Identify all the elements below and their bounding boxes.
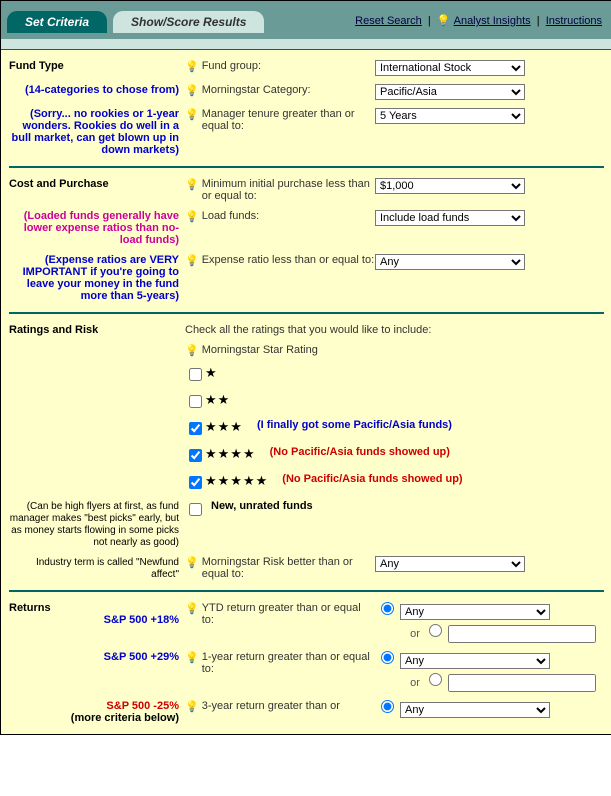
yr1-select[interactable]: Any [400,653,550,669]
risk-label: Morningstar Risk better than or equal to… [202,556,375,580]
note-expense: (Expense ratios are VERY IMPORTANT if yo… [23,254,179,302]
section-ratings-title: Ratings and Risk [9,324,185,336]
tab-show-score[interactable]: Show/Score Results [113,11,264,33]
ytd-custom-input[interactable] [448,625,596,643]
load-label: Load funds: [202,210,260,222]
new-unrated-label: New, unrated funds [211,500,313,512]
ratings-intro: Check all the ratings that you would lik… [185,324,431,336]
note-newfund: Industry term is called "Newfund affect" [36,557,179,580]
star-5-checkbox[interactable] [189,476,202,489]
note-loaded: (Loaded funds generally have lower expen… [24,210,179,246]
yr1-radio-any[interactable] [381,651,394,664]
bulb-icon: 💡 [185,602,199,615]
fund-group-select[interactable]: International Stock [375,60,525,76]
star-4-icon: ★★★★ [205,446,256,462]
star-4-checkbox[interactable] [189,449,202,462]
expense-label: Expense ratio less than or equal to: [202,254,374,266]
star-2-checkbox[interactable] [189,395,202,408]
analyst-insights-link[interactable]: Analyst Insights [454,15,531,27]
sp500-1yr: S&P 500 +29% [104,651,179,663]
risk-select[interactable]: Any [375,556,525,572]
star-rating-label: Morningstar Star Rating [202,344,318,356]
bulb-icon: 💡 [185,108,199,121]
section-cost-title: Cost and Purchase [9,178,185,190]
tenure-label: Manager tenure greater than or equal to: [202,108,375,132]
yr1-label: 1-year return greater than or equal to: [202,651,375,675]
section-returns-title: Returns [9,602,51,614]
star-3-note: (I finally got some Pacific/Asia funds) [257,419,452,431]
or-text: or [410,628,420,640]
tenure-select[interactable]: 5 Years [375,108,525,124]
star-5-note: (No Pacific/Asia funds showed up) [282,473,462,485]
more-criteria: (more criteria below) [71,712,179,724]
ytd-radio-any[interactable] [381,602,394,615]
bulb-icon: 💡 [185,178,199,191]
bulb-icon: 💡 [437,14,451,27]
bulb-icon: 💡 [185,344,199,357]
expense-select[interactable]: Any [375,254,525,270]
new-unrated-checkbox[interactable] [189,503,202,516]
bulb-icon: 💡 [185,84,199,97]
category-label: Morningstar Category: [202,84,311,96]
yr3-select[interactable]: Any [400,702,550,718]
reset-search-link[interactable]: Reset Search [355,15,422,27]
star-2-icon: ★★ [205,392,230,408]
star-3-checkbox[interactable] [189,422,202,435]
min-initial-label: Minimum initial purchase less than or eq… [202,178,375,202]
load-select[interactable]: Include load funds [375,210,525,226]
star-1-checkbox[interactable] [189,368,202,381]
bulb-icon: 💡 [185,210,199,223]
bulb-icon: 💡 [185,700,199,713]
ytd-radio-custom[interactable] [429,624,442,637]
sp500-3yr: S&P 500 -25% [106,700,179,712]
note-highflyers: (Can be high flyers at first, as fund ma… [10,501,179,548]
yr1-custom-input[interactable] [448,674,596,692]
note-categories: (14-categories to chose from) [25,84,179,96]
bulb-icon: 💡 [185,556,199,569]
category-select[interactable]: Pacific/Asia [375,84,525,100]
bulb-icon: 💡 [185,254,199,267]
note-rookies: (Sorry... no rookies or 1-year wonders. … [12,108,179,156]
section-fund-type-title: Fund Type [9,60,185,72]
or-text: or [410,677,420,689]
star-5-icon: ★★★★★ [205,473,268,489]
top-links: Reset Search | 💡Analyst Insights | Instr… [264,14,611,33]
min-initial-select[interactable]: $1,000 [375,178,525,194]
ytd-select[interactable]: Any [400,604,550,620]
sp500-ytd: S&P 500 +18% [104,614,179,626]
star-4-note: (No Pacific/Asia funds showed up) [270,446,450,458]
tab-set-criteria[interactable]: Set Criteria [7,11,107,33]
bulb-icon: 💡 [185,60,199,73]
star-1-icon: ★ [205,365,218,381]
yr3-radio-any[interactable] [381,700,394,713]
ytd-label: YTD return greater than or equal to: [202,602,375,626]
instructions-link[interactable]: Instructions [546,15,602,27]
star-3-icon: ★★★ [205,419,243,435]
yr3-label: 3-year return greater than or [202,700,340,712]
bulb-icon: 💡 [185,651,199,664]
yr1-radio-custom[interactable] [429,673,442,686]
fund-group-label: Fund group: [202,60,261,72]
